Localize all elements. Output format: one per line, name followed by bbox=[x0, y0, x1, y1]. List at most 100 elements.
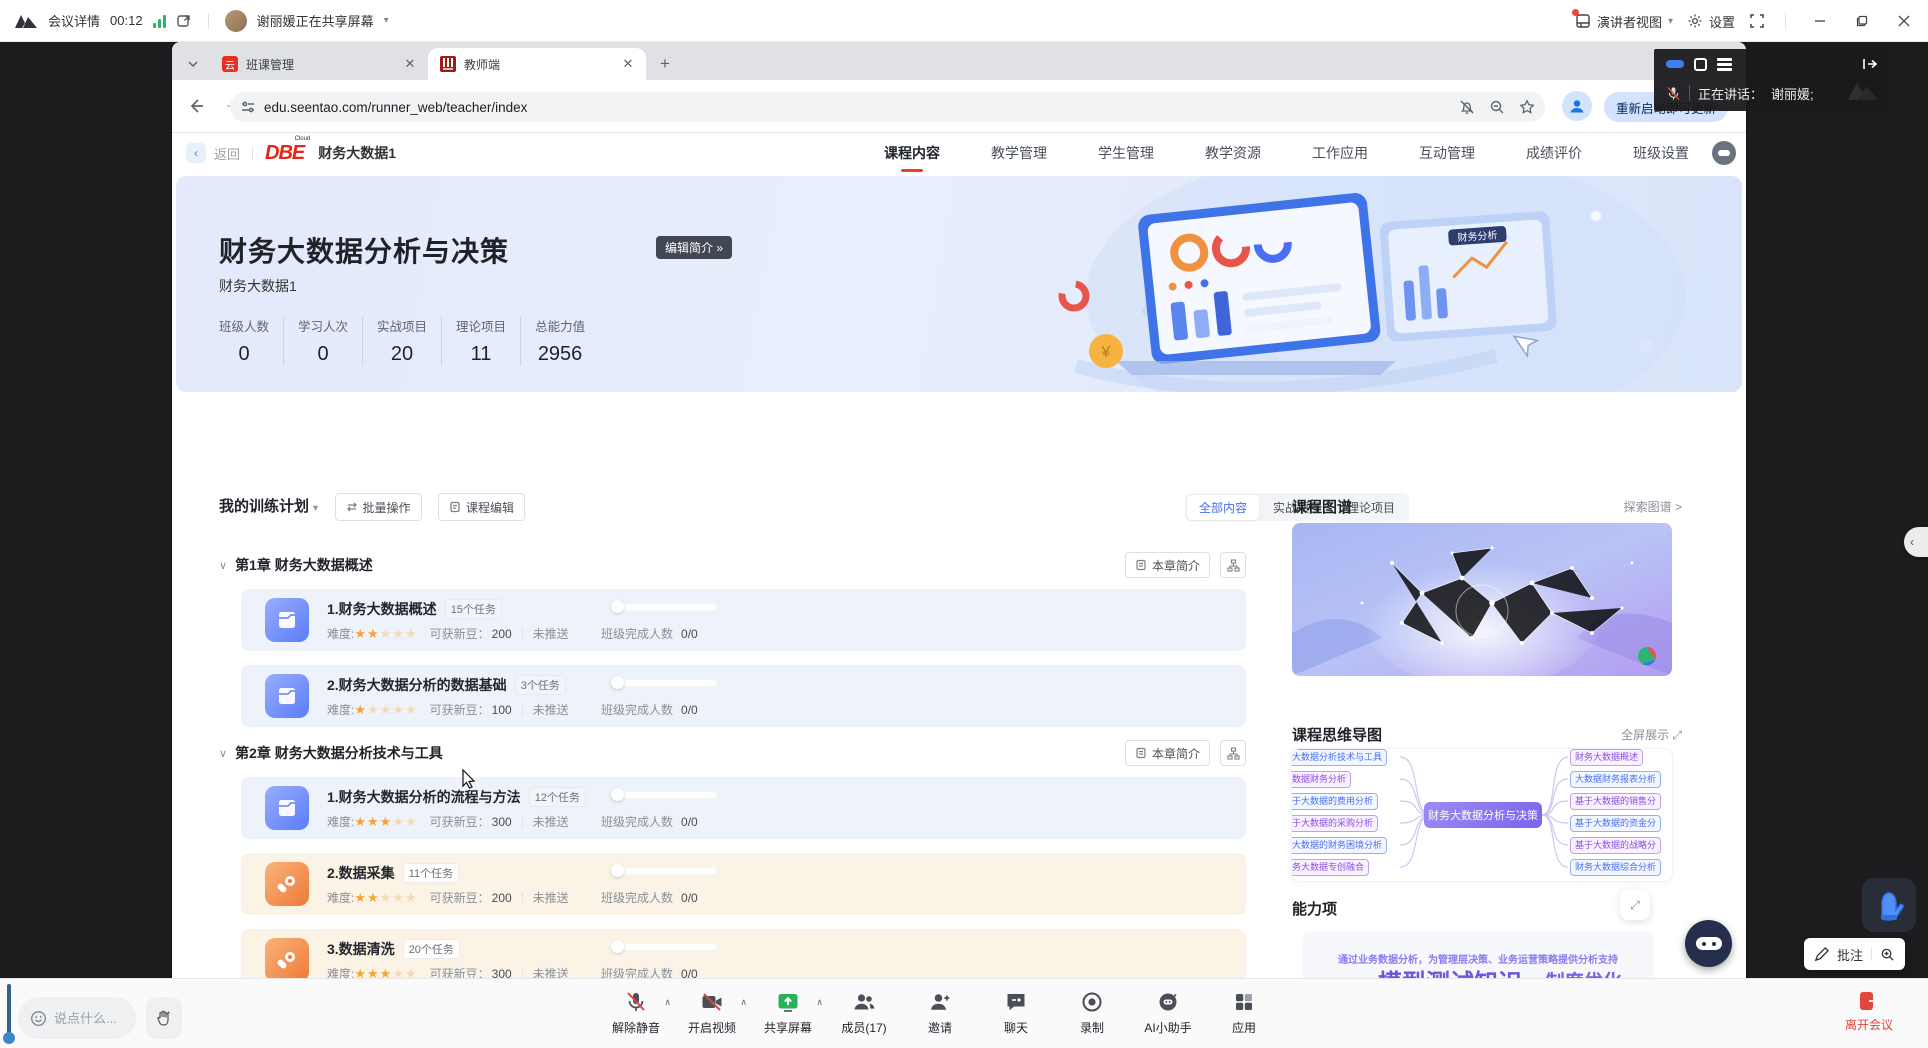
annotate-label[interactable]: 批注 bbox=[1837, 945, 1863, 964]
chevron-down-icon[interactable]: ∨ bbox=[219, 559, 227, 572]
batch-actions-button[interactable]: 批量操作 bbox=[335, 493, 422, 521]
site-settings-icon[interactable] bbox=[240, 99, 256, 115]
item-title[interactable]: 1.财务大数据概述 bbox=[327, 599, 437, 619]
minimize-button[interactable] bbox=[1806, 7, 1834, 35]
close-button[interactable] bbox=[1890, 7, 1918, 35]
chapter-tree-button[interactable] bbox=[1220, 552, 1246, 578]
nav-item-4[interactable]: 工作应用 bbox=[1312, 143, 1368, 163]
mindmap-node[interactable]: 基于大数据的销售分 bbox=[1570, 793, 1661, 810]
raise-hand-button[interactable] bbox=[146, 997, 182, 1039]
fullscreen-icon[interactable] bbox=[1749, 13, 1765, 29]
course-item[interactable]: 1.财务大数据分析的流程与方法 12个任务 难度:★★★★★ 可获新豆：300 … bbox=[241, 777, 1246, 839]
settings-button[interactable]: 设置 bbox=[1687, 12, 1735, 31]
chapter-tree-button[interactable] bbox=[1220, 740, 1246, 766]
chevron-up-icon[interactable]: ∧ bbox=[740, 997, 747, 1008]
mindmap-node[interactable]: 基于大数据的战略分 bbox=[1570, 837, 1661, 854]
browser-tab-active[interactable]: 教师端 ✕ bbox=[428, 48, 646, 80]
ai-robot-icon[interactable] bbox=[1712, 141, 1736, 165]
toolbar-members-button[interactable]: 成员(17) bbox=[838, 985, 890, 1045]
back-link[interactable]: 返回 bbox=[214, 144, 240, 163]
chat-input[interactable] bbox=[54, 1011, 124, 1026]
new-tab-button[interactable]: + bbox=[652, 51, 678, 77]
pen-icon[interactable] bbox=[1814, 947, 1829, 962]
course-item[interactable]: 3.数据清洗 20个任务 难度:★★★★★ 可获新豆：300 未推送 班级完成人… bbox=[241, 929, 1246, 978]
tab-close-icon[interactable]: ✕ bbox=[402, 56, 418, 72]
item-title[interactable]: 1.财务大数据分析的流程与方法 bbox=[327, 787, 521, 807]
mindmap-node[interactable]: 大数据财务报表分析 bbox=[1570, 771, 1661, 788]
pop-out-icon[interactable] bbox=[176, 13, 192, 29]
nav-item-6[interactable]: 成绩评价 bbox=[1526, 143, 1582, 163]
toolbar-camera-off-button[interactable]: 开启视频 ∧ bbox=[686, 985, 738, 1045]
fullscreen-link[interactable]: 全屏展示 ⤢ bbox=[1621, 726, 1682, 743]
filter-tab-0[interactable]: 全部内容 bbox=[1187, 495, 1259, 520]
chevron-down-icon[interactable]: ∨ bbox=[219, 747, 227, 760]
chat-quick-input[interactable] bbox=[18, 997, 136, 1039]
back-icon[interactable] bbox=[182, 92, 210, 120]
edge-collapse-handle[interactable]: ‹ bbox=[1904, 527, 1928, 557]
toolbar-mic-off-button[interactable]: 解除静音 ∧ bbox=[610, 985, 662, 1045]
thumbnail-view-icon[interactable] bbox=[1694, 58, 1707, 71]
chevron-down-icon[interactable]: ▾ bbox=[313, 503, 318, 514]
chevron-down-icon[interactable]: ▾ bbox=[384, 15, 389, 26]
mindmap-node[interactable]: 务大数据分析技术与工具 bbox=[1292, 749, 1387, 766]
course-item[interactable]: 2.财务大数据分析的数据基础 3个任务 难度:★★★★★ 可获新豆：100 未推… bbox=[241, 665, 1246, 727]
chevron-up-icon[interactable]: ∧ bbox=[664, 997, 671, 1008]
ai-assistant-fab[interactable] bbox=[1685, 920, 1732, 967]
address-bar[interactable]: edu.seentao.com/runner_web/teacher/index bbox=[230, 92, 1545, 122]
item-title[interactable]: 3.数据清洗 bbox=[327, 939, 395, 959]
tab-close-icon[interactable]: ✕ bbox=[620, 56, 636, 72]
mindmap-node[interactable]: 大数据财务分析 bbox=[1292, 771, 1351, 788]
meeting-detail-link[interactable]: 会议详情 bbox=[48, 11, 100, 30]
zoom-in-icon[interactable] bbox=[1880, 947, 1895, 962]
back-chevron-icon[interactable]: ‹ bbox=[186, 143, 206, 163]
nav-item-3[interactable]: 教学资源 bbox=[1205, 143, 1261, 163]
mindmap-center-node[interactable]: 财务大数据分析与决策 bbox=[1424, 802, 1542, 828]
nav-item-7[interactable]: 班级设置 bbox=[1633, 143, 1689, 163]
course-item[interactable]: 2.数据采集 11个任务 难度:★★★★★ 可获新豆：200 未推送 班级完成人… bbox=[241, 853, 1246, 915]
course-map-image[interactable] bbox=[1292, 523, 1672, 676]
volume-slider[interactable] bbox=[3, 984, 15, 1046]
course-mindmap[interactable]: 财务大数据分析与决策 务大数据分析技术与工具大数据财务分析基于大数据的费用分析基… bbox=[1292, 749, 1672, 881]
course-edit-button[interactable]: 课程编辑 bbox=[438, 493, 525, 521]
nav-item-5[interactable]: 互动管理 bbox=[1419, 143, 1475, 163]
maximize-button[interactable] bbox=[1848, 7, 1876, 35]
view-mode-button[interactable]: 演讲者视图▾ bbox=[1575, 12, 1673, 31]
toolbar-apps-button[interactable]: 应用 bbox=[1218, 985, 1270, 1045]
item-title[interactable]: 2.财务大数据分析的数据基础 bbox=[327, 675, 507, 695]
zoom-out-icon[interactable] bbox=[1489, 99, 1505, 115]
chapter-intro-button[interactable]: 本章简介 bbox=[1125, 740, 1210, 766]
nav-item-1[interactable]: 教学管理 bbox=[991, 143, 1047, 163]
chapter-intro-button[interactable]: 本章简介 bbox=[1125, 552, 1210, 578]
mindmap-node[interactable]: 财务大数据专创融合 bbox=[1292, 859, 1369, 876]
toolbar-invite-button[interactable]: 邀请 bbox=[914, 985, 966, 1045]
bookmark-star-icon[interactable] bbox=[1519, 99, 1535, 115]
mindmap-node[interactable]: 基于大数据的采购分析 bbox=[1292, 815, 1378, 832]
mindmap-node[interactable]: 基于大数据的资金分 bbox=[1570, 815, 1661, 832]
browser-profile-avatar[interactable] bbox=[1562, 91, 1592, 121]
url-text[interactable]: edu.seentao.com/runner_web/teacher/index bbox=[264, 100, 1459, 115]
mindmap-node[interactable]: 于大数据的财务困境分析 bbox=[1292, 837, 1387, 854]
toolbar-chat-button[interactable]: 聊天 bbox=[990, 985, 1042, 1045]
nav-item-2[interactable]: 学生管理 bbox=[1098, 143, 1154, 163]
course-item[interactable]: 1.财务大数据概述 15个任务 难度:★★★★★ 可获新豆：200 未推送 班级… bbox=[241, 589, 1246, 651]
toolbar-ai-assistant-button[interactable]: AI小助手 bbox=[1142, 985, 1194, 1045]
mindmap-node[interactable]: 基于大数据的费用分析 bbox=[1292, 793, 1378, 810]
glove-hand-icon[interactable] bbox=[1862, 878, 1916, 932]
item-title[interactable]: 2.数据采集 bbox=[327, 863, 395, 883]
leave-meeting-button[interactable]: 离开会议 bbox=[1845, 990, 1893, 1033]
chevron-up-icon[interactable]: ∧ bbox=[816, 997, 823, 1008]
gallery-strip-icon[interactable] bbox=[1666, 60, 1684, 68]
mindmap-node[interactable]: 财务大数据综合分析 bbox=[1570, 859, 1661, 876]
nav-item-0[interactable]: 课程内容 bbox=[884, 143, 940, 163]
tab-search-button[interactable] bbox=[180, 51, 206, 77]
expand-icon[interactable]: ⤢ bbox=[1620, 890, 1650, 920]
toolbar-screen-share-button[interactable]: 共享屏幕 ∧ bbox=[762, 985, 814, 1045]
browser-tab[interactable]: 云 班课管理 ✕ bbox=[210, 48, 428, 80]
toolbar-record-button[interactable]: 录制 bbox=[1066, 985, 1118, 1045]
notifications-blocked-icon[interactable] bbox=[1459, 99, 1475, 115]
mindmap-node[interactable]: 财务大数据概述 bbox=[1570, 749, 1643, 766]
collapse-panel-icon[interactable] bbox=[1862, 57, 1878, 71]
plan-title[interactable]: 我的训练计划 bbox=[219, 495, 309, 516]
explore-map-link[interactable]: 探索图谱 > bbox=[1624, 498, 1682, 515]
list-view-icon[interactable] bbox=[1717, 58, 1732, 71]
